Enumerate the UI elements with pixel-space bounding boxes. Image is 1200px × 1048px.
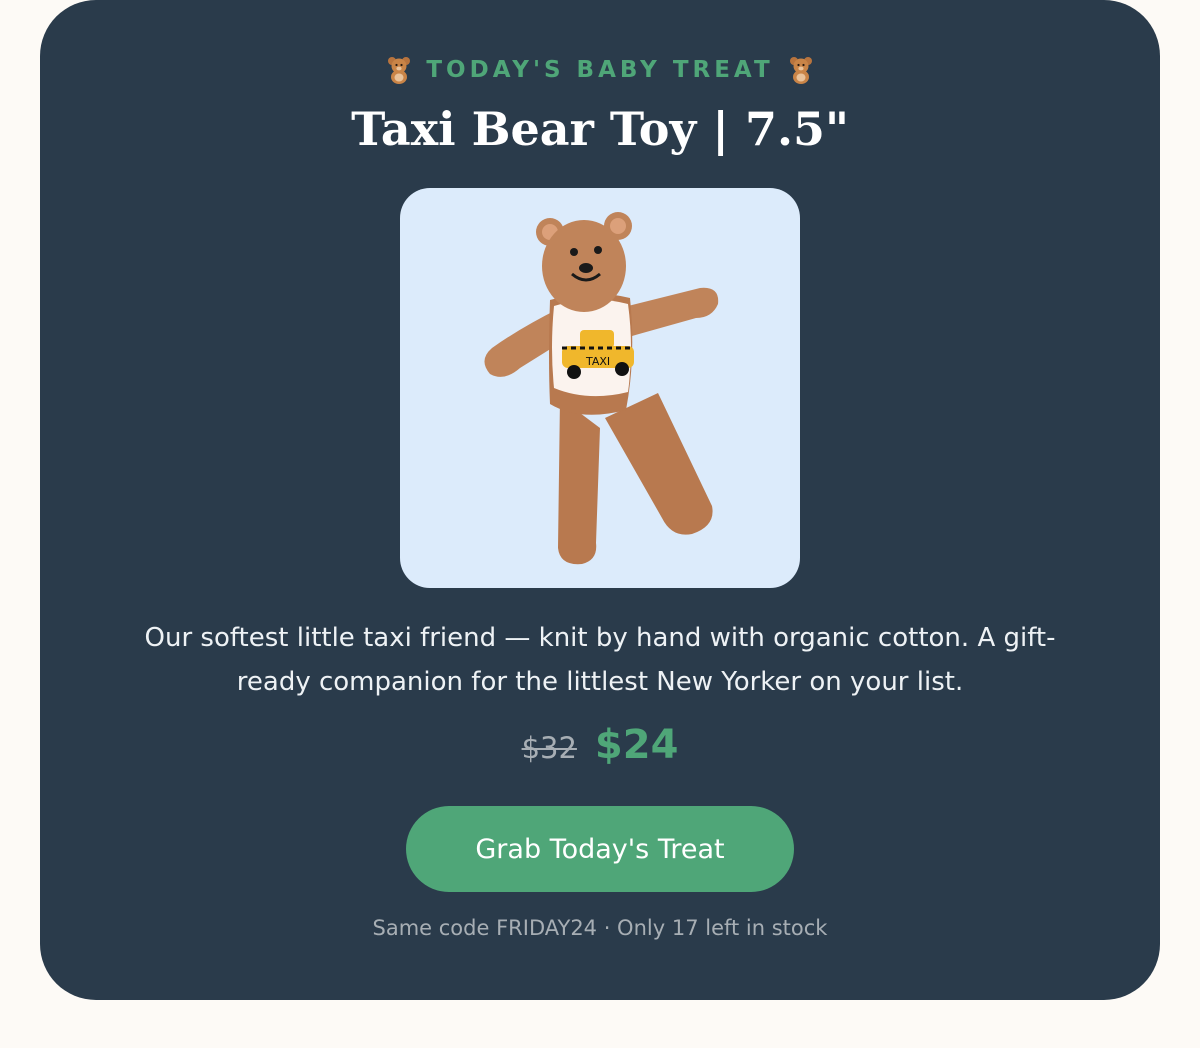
stock-footnote: Same code FRIDAY24 · Only 17 left in sto… bbox=[372, 916, 828, 940]
eyebrow-label: TODAY'S BABY TREAT bbox=[426, 57, 774, 83]
teddy-bear-icon bbox=[386, 56, 412, 84]
grab-treat-button[interactable]: Grab Today's Treat bbox=[406, 806, 794, 892]
original-price: $32 bbox=[521, 731, 577, 765]
eyebrow: TODAY'S BABY TREAT bbox=[40, 56, 1160, 84]
taxi-text: TAXI bbox=[585, 355, 610, 368]
sale-price: $24 bbox=[594, 722, 679, 768]
taxi-bear-illustration: TAXI bbox=[484, 212, 719, 565]
product-title: Taxi Bear Toy | 7.5" bbox=[351, 102, 849, 156]
teddy-bear-icon bbox=[788, 56, 814, 84]
promo-card: TODAY'S BABY TREAT Taxi Bear Toy | 7.5" bbox=[40, 0, 1160, 1000]
product-image[interactable]: TAXI bbox=[400, 188, 800, 588]
price-row: $32 $24 bbox=[40, 722, 1160, 768]
product-description: Our softest little taxi friend — knit by… bbox=[144, 623, 1056, 697]
